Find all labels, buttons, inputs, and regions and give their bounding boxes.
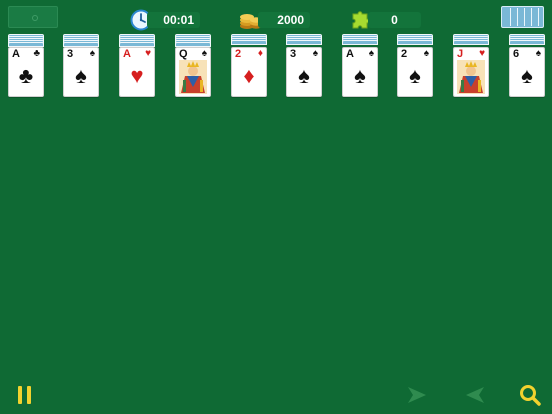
face-up-card[interactable]: Q ♠ — [175, 47, 211, 97]
face-up-card[interactable]: A ♣ ♣ — [8, 47, 44, 97]
spades-suit-icon: ♠ — [423, 48, 429, 59]
redo-arrow-icon[interactable] — [404, 382, 430, 408]
tableau-column[interactable]: A ♠ ♠ — [342, 34, 378, 99]
hearts-suit-icon: ♥ — [479, 48, 485, 59]
tableau-column[interactable]: 6 ♠ ♠ — [509, 34, 545, 99]
tableau-area: A ♣ ♣ 3 ♠ ♠ A ♥ ♥ Q ♠ 2 ♦ ♦ 3 ♠ ♠ A ♠ ♠ 2 ♠ ♠ J ♥ 6 ♠ ♠ — [0, 0, 552, 110]
spades-suit-icon: ♠ — [201, 48, 207, 59]
undo-arrow-icon[interactable] — [462, 382, 488, 408]
spades-suit-icon: ♠ — [354, 63, 366, 88]
diamonds-suit-icon: ♦ — [243, 63, 255, 88]
card-rank: J — [457, 48, 464, 60]
face-down-card — [397, 40, 433, 45]
face-down-card — [231, 40, 267, 45]
spades-suit-icon: ♠ — [521, 63, 533, 88]
face-up-card[interactable]: 6 ♠ ♠ — [509, 47, 545, 97]
tableau-column[interactable]: A ♣ ♣ — [8, 34, 44, 99]
card-rank: A — [123, 48, 131, 60]
face-up-card[interactable]: A ♥ ♥ — [119, 47, 155, 97]
card-rank: A — [346, 48, 354, 60]
clubs-suit-icon: ♣ — [18, 63, 34, 88]
face-up-card[interactable]: 3 ♠ ♠ — [63, 47, 99, 97]
spades-suit-icon: ♠ — [75, 63, 87, 88]
spades-suit-icon: ♠ — [312, 48, 318, 59]
spades-suit-icon: ♠ — [89, 48, 95, 59]
face-down-card — [509, 40, 545, 45]
face-up-card[interactable]: A ♠ ♠ — [342, 47, 378, 97]
tableau-column[interactable]: 3 ♠ ♠ — [286, 34, 322, 99]
clubs-suit-icon: ♣ — [33, 48, 40, 59]
spades-suit-icon: ♠ — [409, 63, 421, 88]
spades-suit-icon: ♠ — [368, 48, 374, 59]
bottom-controls — [0, 382, 552, 410]
face-up-card[interactable]: 2 ♠ ♠ — [397, 47, 433, 97]
face-card-portrait-icon — [457, 60, 485, 94]
tableau-column[interactable]: J ♥ — [453, 34, 489, 99]
solitaire-game-screen: 00:01 2000 0 A ♣ ♣ 3 ♠ ♠ A ♥ ♥ Q ♠ 2 ♦ ♦ 3 ♠ ♠ A ♠ ♠ 2 ♠ ♠ J ♥ 6 ♠… — [0, 0, 552, 414]
card-rank: 3 — [67, 48, 74, 60]
card-rank: 2 — [235, 48, 242, 60]
tableau-column[interactable]: 3 ♠ ♠ — [63, 34, 99, 99]
spades-suit-icon: ♠ — [535, 48, 541, 59]
face-down-card — [453, 40, 489, 45]
hearts-suit-icon: ♥ — [130, 63, 144, 88]
card-rank: 6 — [513, 48, 520, 60]
tableau-column[interactable]: A ♥ ♥ — [119, 34, 155, 99]
face-card-portrait-icon — [179, 60, 207, 94]
face-up-card[interactable]: 2 ♦ ♦ — [231, 47, 267, 97]
face-down-card — [342, 40, 378, 45]
face-down-card — [286, 40, 322, 45]
pause-icon[interactable] — [12, 382, 38, 408]
card-rank: 2 — [401, 48, 408, 60]
face-up-card[interactable]: J ♥ — [453, 47, 489, 97]
tableau-column[interactable]: Q ♠ — [175, 34, 211, 99]
spades-suit-icon: ♠ — [298, 63, 310, 88]
face-up-card[interactable]: 3 ♠ ♠ — [286, 47, 322, 97]
card-rank: 3 — [290, 48, 297, 60]
tableau-column[interactable]: 2 ♦ ♦ — [231, 34, 267, 99]
hearts-suit-icon: ♥ — [145, 48, 151, 59]
diamonds-suit-icon: ♦ — [257, 48, 263, 59]
tableau-column[interactable]: 2 ♠ ♠ — [397, 34, 433, 99]
card-rank: A — [12, 48, 20, 60]
search-icon[interactable] — [517, 382, 543, 408]
card-rank: Q — [179, 48, 188, 60]
